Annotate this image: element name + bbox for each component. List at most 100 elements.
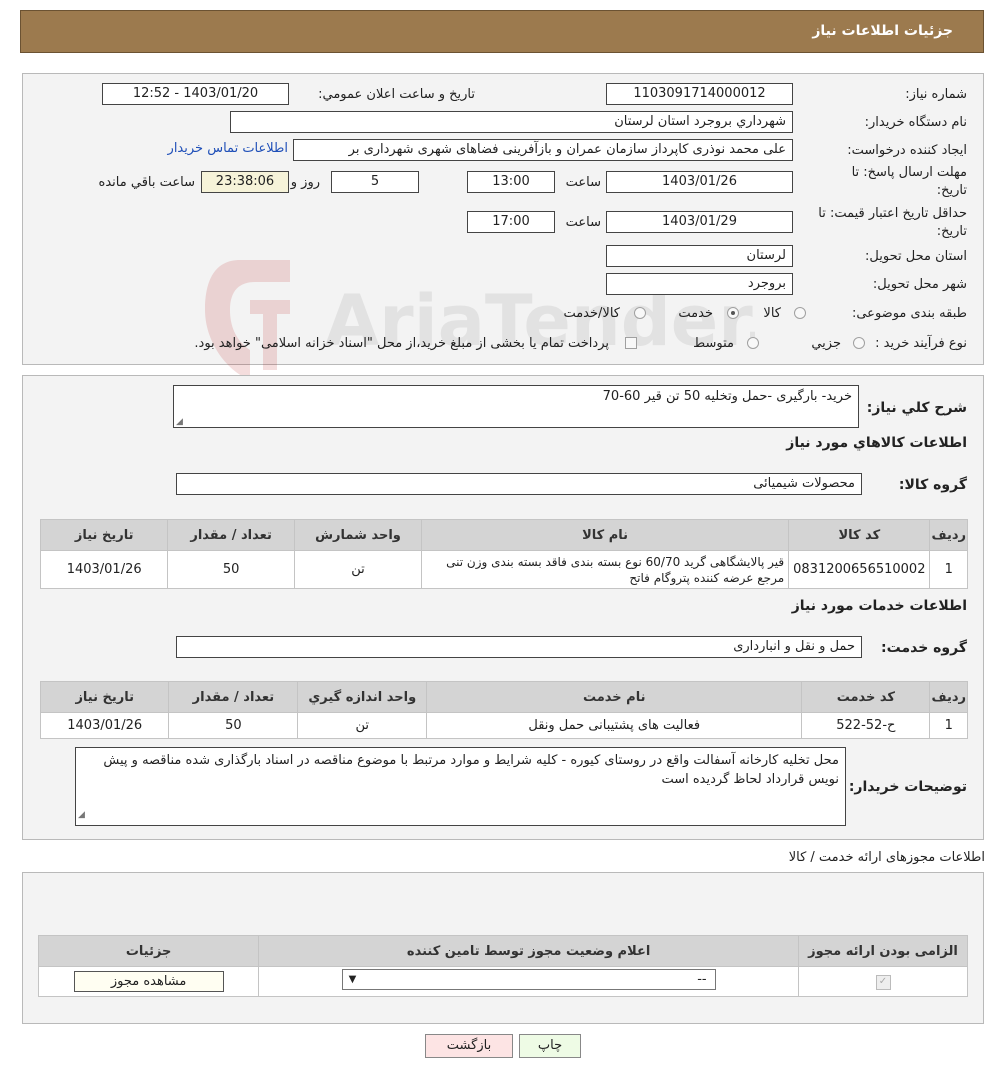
services-col-qty: تعداد / مقدار bbox=[168, 681, 299, 713]
goods-col-unit: واحد شمارش bbox=[293, 519, 423, 551]
reply-time-field: 13:00 bbox=[467, 171, 555, 193]
process-minor-radio[interactable] bbox=[853, 337, 865, 349]
process-medium-label: متوسط bbox=[693, 336, 734, 351]
services-col-date: تاريخ نياز bbox=[39, 681, 170, 713]
need-number-label: شماره نیاز: bbox=[905, 87, 967, 102]
province-field: لرستان bbox=[606, 245, 793, 267]
goods-col-row: رديف bbox=[929, 519, 968, 551]
remaining-label: ساعت باقي مانده bbox=[98, 175, 195, 190]
goods-col-qty: تعداد / مقدار bbox=[167, 519, 295, 551]
category-service-label: خدمت bbox=[678, 306, 713, 321]
permits-title: اطلاعات مجوزهای ارائه خدمت / کالا bbox=[788, 850, 985, 865]
permit-status-value: -- bbox=[697, 972, 707, 987]
buyer-org-label: نام دستگاه خريدار: bbox=[864, 115, 967, 130]
buyer-notes-text: محل تخلیه کارخانه آسفالت واقع در روستای … bbox=[103, 753, 839, 787]
city-label: شهر محل تحويل: bbox=[872, 277, 967, 292]
treasury-note: پرداخت تمام يا بخشی از مبلغ خريد،از محل … bbox=[194, 336, 609, 351]
category-goods-service-label: کالا/خدمت bbox=[563, 306, 620, 321]
print-button[interactable]: چاپ bbox=[519, 1034, 581, 1058]
category-goods-label: کالا bbox=[763, 306, 781, 321]
need-number-field: 1103091714000012 bbox=[606, 83, 793, 105]
goods-col-name: نام کالا bbox=[421, 519, 790, 551]
price-time-field: 17:00 bbox=[467, 211, 555, 233]
goods-cell-name: قیر پالایشگاهی گرید 60/70 نوع بسته بندی … bbox=[421, 550, 790, 589]
services-cell-name: فعالیت های پشتیبانی حمل ونقل bbox=[426, 712, 803, 739]
goods-section-title: اطلاعات کالاهاي مورد نياز bbox=[786, 435, 967, 451]
goods-cell-code: 0831200656510002 bbox=[788, 550, 931, 589]
category-label: طبقه بندی موضوعی: bbox=[851, 306, 967, 321]
services-col-name: نام خدمت bbox=[426, 681, 803, 713]
general-desc-label: شرح کلي نياز: bbox=[866, 400, 967, 416]
days-label: روز و bbox=[290, 175, 320, 190]
days-field: 5 bbox=[331, 171, 419, 193]
service-group-label: گروه خدمت: bbox=[881, 640, 967, 656]
province-label: استان محل تحويل: bbox=[865, 249, 967, 264]
page-title: جزئیات اطلاعات نیاز bbox=[812, 23, 953, 39]
city-field: بروجرد bbox=[606, 273, 793, 295]
remaining-time-field: 23:38:06 bbox=[201, 171, 289, 193]
reply-date-field: 1403/01/26 bbox=[606, 171, 793, 193]
table-row: 1 ح-52-522 فعالیت های پشتیبانی حمل ونقل … bbox=[39, 712, 968, 739]
process-label: نوع فرآيند خريد : bbox=[875, 336, 967, 351]
chevron-down-icon: ▼ bbox=[348, 974, 357, 985]
resize-grip-icon[interactable]: ◢ bbox=[78, 806, 85, 825]
permits-table: الزامی بودن ارائه مجوز اعلام وضعيت مجوز … bbox=[37, 935, 968, 997]
process-minor-label: جزيي bbox=[811, 336, 841, 351]
creator-label: ايجاد کننده درخواست: bbox=[847, 143, 967, 158]
page-header: جزئیات اطلاعات نیاز bbox=[20, 10, 984, 53]
goods-table: رديف کد کالا نام کالا واحد شمارش تعداد /… bbox=[39, 519, 968, 589]
required-checkbox-icon: ✓ bbox=[875, 975, 891, 990]
services-cell-code: ح-52-522 bbox=[801, 712, 931, 739]
price-date-field: 1403/01/29 bbox=[606, 211, 793, 233]
announce-label: تاریخ و ساعت اعلان عمومي: bbox=[318, 87, 475, 102]
price-validity-label-2: تاريخ: bbox=[936, 224, 967, 239]
services-col-row: رديف bbox=[929, 681, 968, 713]
goods-cell-qty: 50 bbox=[167, 550, 295, 589]
goods-col-code: کد کالا bbox=[788, 519, 931, 551]
treasury-bonds-checkbox[interactable] bbox=[625, 337, 637, 349]
permits-col-required: الزامی بودن ارائه مجوز bbox=[798, 935, 968, 967]
table-row: ✓ -- ▼ مشاهده مجوز bbox=[37, 966, 968, 997]
creator-field: علی محمد نوذری کاپرداز سازمان عمران و با… bbox=[293, 139, 793, 161]
services-col-code: کد خدمت bbox=[801, 681, 931, 713]
buyer-org-field: شهرداري بروجرد استان لرستان bbox=[230, 111, 793, 133]
services-col-unit: واحد اندازه گيري bbox=[297, 681, 428, 713]
resize-grip-icon[interactable]: ◢ bbox=[176, 417, 183, 427]
buyer-contact-link[interactable]: اطلاعات تماس خريدار bbox=[168, 141, 288, 156]
permits-cell-details: مشاهده مجوز bbox=[37, 966, 260, 997]
category-goods-service-radio[interactable] bbox=[634, 307, 646, 319]
permits-col-status: اعلام وضعيت مجوز توسط تامين کننده bbox=[258, 935, 799, 967]
goods-cell-unit: تن bbox=[293, 550, 423, 589]
goods-col-date: تاريخ نياز bbox=[39, 519, 169, 551]
service-group-field: حمل و نقل و انبارداری bbox=[176, 636, 862, 658]
permit-status-select[interactable]: -- ▼ bbox=[341, 969, 716, 990]
announce-field: 1403/01/20 - 12:52 bbox=[102, 83, 289, 105]
buyer-notes-label: توضيحات خريدار: bbox=[848, 779, 967, 795]
permits-cell-required: ✓ bbox=[798, 966, 968, 997]
services-cell-qty: 50 bbox=[168, 712, 299, 739]
goods-cell-date: 1403/01/26 bbox=[39, 550, 169, 589]
table-row: 1 0831200656510002 قیر پالایشگاهی گرید 6… bbox=[39, 550, 968, 589]
permits-col-details: جزئيات bbox=[37, 935, 260, 967]
category-goods-radio[interactable] bbox=[794, 307, 806, 319]
category-service-radio[interactable] bbox=[727, 307, 739, 319]
general-desc-field: خرید- بارگیری -حمل وتخلیه 50 تن قیر 60-7… bbox=[173, 385, 859, 428]
back-button[interactable]: بازگشت bbox=[425, 1034, 513, 1058]
reply-deadline-label-2: تاريخ: bbox=[936, 183, 967, 198]
process-medium-radio[interactable] bbox=[747, 337, 759, 349]
price-validity-label: حداقل تاريخ اعتبار قيمت: تا bbox=[818, 206, 967, 221]
buyer-notes-field: محل تخلیه کارخانه آسفالت واقع در روستای … bbox=[75, 747, 846, 826]
services-cell-unit: تن bbox=[297, 712, 428, 739]
services-cell-row: 1 bbox=[929, 712, 968, 739]
price-hour-label: ساعت bbox=[565, 215, 601, 230]
reply-hour-label: ساعت bbox=[565, 175, 601, 190]
view-permit-button[interactable]: مشاهده مجوز bbox=[73, 971, 224, 992]
permits-cell-status: -- ▼ bbox=[258, 966, 799, 997]
goods-group-field: محصولات شیمیائی bbox=[176, 473, 862, 495]
reply-deadline-label: مهلت ارسال پاسخ: تا bbox=[851, 165, 967, 180]
general-desc-text: خرید- بارگیری -حمل وتخلیه 50 تن قیر 60-7… bbox=[602, 389, 852, 404]
goods-cell-row: 1 bbox=[929, 550, 968, 589]
goods-group-label: گروه کالا: bbox=[898, 477, 967, 493]
services-cell-date: 1403/01/26 bbox=[39, 712, 170, 739]
services-table: رديف کد خدمت نام خدمت واحد اندازه گيري ت… bbox=[39, 681, 968, 739]
